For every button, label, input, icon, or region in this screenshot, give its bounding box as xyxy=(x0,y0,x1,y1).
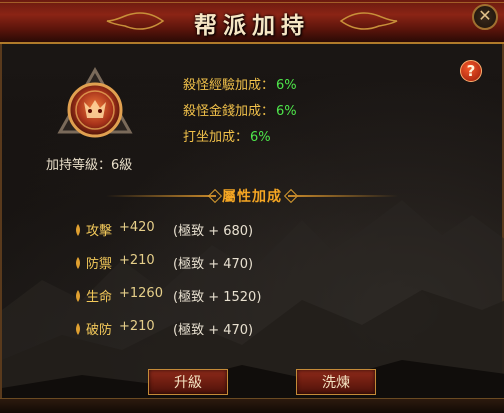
attribute-max: (極致 + 1520) xyxy=(173,290,262,305)
flame-bullet-icon xyxy=(76,323,80,335)
guild-emblem-icon xyxy=(57,66,133,138)
divider-line-left xyxy=(106,195,216,197)
attribute-max: (極致 + 470) xyxy=(173,257,254,272)
bottom-frame xyxy=(0,398,504,413)
attribute-section-header: 屬性加成 xyxy=(0,186,504,208)
divider-line-right xyxy=(288,195,398,197)
flame-bullet-icon xyxy=(76,257,80,269)
attribute-name: 防禦 xyxy=(86,257,113,272)
bonus-value: 6% xyxy=(276,104,297,119)
attribute-name: 破防 xyxy=(86,323,113,338)
attribute-bonus: +1260 xyxy=(119,286,163,301)
attribute-bonus: +210 xyxy=(119,253,155,268)
help-button[interactable]: ? xyxy=(460,60,482,82)
attribute-name: 攻擊 xyxy=(86,224,113,239)
section-title: 屬性加成 xyxy=(222,189,282,205)
attribute-max: (極致 + 680) xyxy=(173,224,254,239)
guild-bonus-level: 加持等級：6級 xyxy=(46,158,133,173)
help-icon: ? xyxy=(466,62,476,80)
attribute-max: (極致 + 470) xyxy=(173,323,254,338)
flame-bullet-icon xyxy=(76,224,80,236)
upgrade-button[interactable]: 升級 xyxy=(148,369,228,395)
title-bar: 帮派加持 ✕ xyxy=(0,0,504,44)
attribute-bonus: +420 xyxy=(119,220,155,235)
close-icon: ✕ xyxy=(478,6,492,25)
bonus-row-meditate: 打坐加成： 6% xyxy=(183,126,297,152)
attribute-name: 生命 xyxy=(86,290,113,305)
close-button[interactable]: ✕ xyxy=(472,4,498,30)
bonus-label: 殺怪經驗加成： xyxy=(183,78,275,93)
bonus-row-gold: 殺怪金錢加成： 6% xyxy=(183,100,297,126)
refine-button[interactable]: 洗煉 xyxy=(296,369,376,395)
flame-bullet-icon xyxy=(76,290,80,302)
bonus-list: 殺怪經驗加成： 6% 殺怪金錢加成： 6% 打坐加成： 6% xyxy=(183,74,297,152)
bonus-value: 6% xyxy=(250,130,271,145)
diamond-ornament-left-icon xyxy=(207,188,223,204)
attribute-bonus: +210 xyxy=(119,319,155,334)
title-ornament-right-icon xyxy=(339,12,398,30)
bonus-label: 打坐加成： xyxy=(183,130,249,145)
bonus-label: 殺怪金錢加成： xyxy=(183,104,275,119)
bonus-row-exp: 殺怪經驗加成： 6% xyxy=(183,74,297,100)
window-title: 帮派加持 xyxy=(194,12,310,39)
bonus-value: 6% xyxy=(276,78,297,93)
